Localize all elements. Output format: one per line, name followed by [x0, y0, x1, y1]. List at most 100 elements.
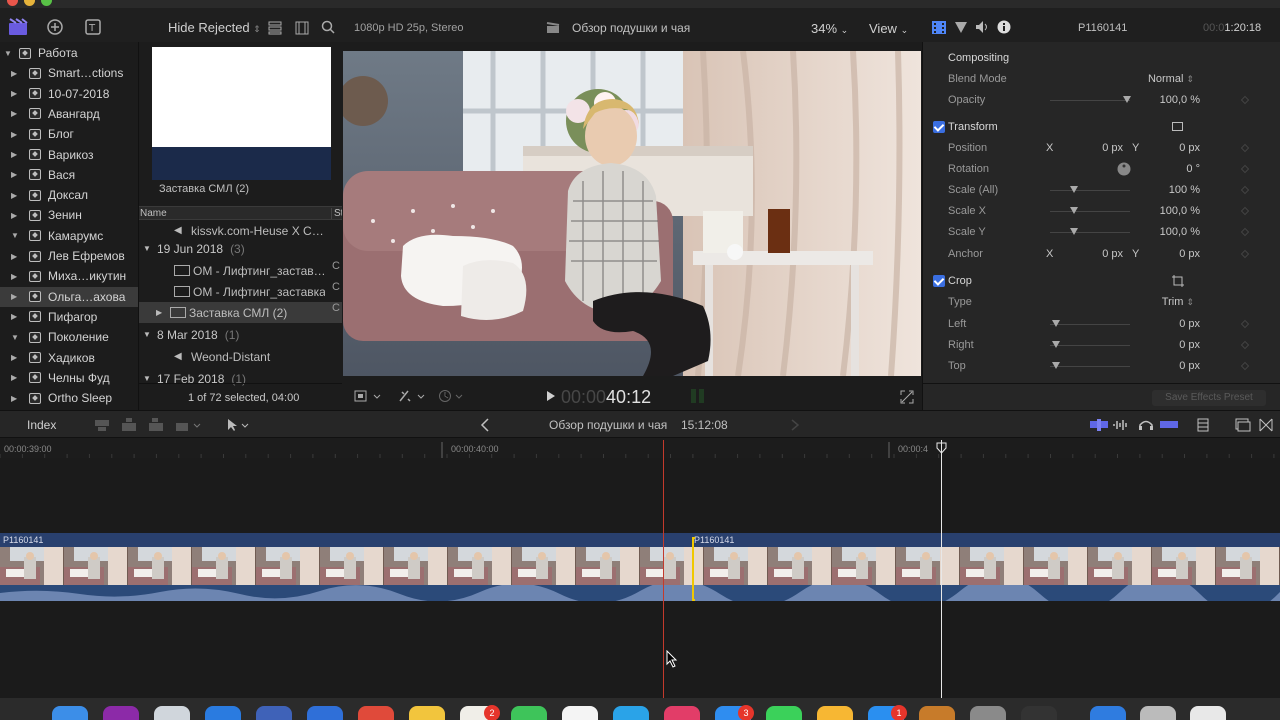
keyframe-icon[interactable] [1240, 185, 1250, 195]
edit-point-selection[interactable] [692, 537, 695, 601]
transform-onscreen-control-icon[interactable] [1172, 122, 1183, 132]
opacity-slider-knob[interactable] [1123, 96, 1131, 103]
dock-app-icon[interactable] [154, 706, 190, 720]
libraries-icon[interactable] [8, 18, 28, 36]
date-group-row[interactable]: ▼ 19 Jun 2018 (3) [139, 238, 342, 259]
disclosure-closed-icon[interactable]: ▶ [11, 89, 20, 98]
disclosure-open-icon[interactable]: ▼ [143, 374, 157, 383]
disclosure-closed-icon[interactable]: ▶ [11, 373, 20, 382]
crop-left-value[interactable]: 0 px [1179, 318, 1200, 330]
dock-app-icon[interactable] [766, 706, 802, 720]
dock-app-icon[interactable] [52, 706, 88, 720]
disclosure-closed-icon[interactable]: ▶ [11, 191, 20, 200]
close-window-button[interactable] [7, 0, 18, 6]
skimmer-head-icon[interactable] [936, 442, 947, 454]
clip-row[interactable]: ОМ - Лифтинг_заставка C [139, 281, 342, 302]
keyframe-icon[interactable] [1240, 361, 1250, 371]
zoom-popup[interactable]: 34% ⌄ [811, 21, 848, 36]
opacity-slider[interactable] [1050, 100, 1130, 101]
keyframe-icon[interactable] [1240, 319, 1250, 329]
dock-app-icon[interactable] [358, 706, 394, 720]
clip-thumbnail[interactable] [152, 47, 331, 180]
scale-all-slider[interactable] [1050, 190, 1130, 191]
column-header-start[interactable]: St [331, 208, 342, 219]
transform-tools-icon[interactable] [354, 389, 382, 403]
scale-y-value[interactable]: 100,0 % [1160, 226, 1200, 238]
clip-appearance-icon[interactable] [268, 21, 282, 35]
sidebar-item[interactable]: ▶ Вася [0, 165, 138, 185]
fullscreen-icon[interactable] [900, 390, 914, 404]
scale-x-slider-knob[interactable] [1070, 207, 1078, 214]
crop-left-slider[interactable] [1050, 324, 1130, 325]
sidebar-item[interactable]: ▶ Ольга…ахова [0, 286, 138, 307]
dock-app-icon[interactable] [919, 706, 955, 720]
sidebar-item[interactable]: ▶ Авангард [0, 104, 138, 124]
date-group-row[interactable]: ▼ 8 Mar 2018 (1) [139, 324, 342, 345]
filmstrip-view-icon[interactable] [295, 21, 309, 35]
compositing-section-header[interactable]: Compositing [923, 48, 1280, 69]
sidebar-item[interactable]: ▼ Поколение [0, 327, 138, 347]
position-x-value[interactable]: 0 px [1093, 142, 1123, 154]
disclosure-closed-icon[interactable]: ▶ [11, 292, 20, 301]
sidebar-item[interactable]: ▶ Челны Фуд [0, 368, 138, 388]
sidebar-item[interactable]: ▼ Камарумс [0, 226, 138, 246]
crop-right-value[interactable]: 0 px [1179, 339, 1200, 351]
dock-app-icon[interactable] [1190, 706, 1226, 720]
scale-x-value[interactable]: 100,0 % [1160, 205, 1200, 217]
transform-section-header[interactable]: Transform [923, 117, 1280, 138]
column-header-name[interactable]: Name [140, 208, 167, 219]
opacity-value[interactable]: 100,0 % [1160, 94, 1200, 106]
playhead[interactable] [663, 440, 664, 698]
dock-app-icon[interactable] [817, 706, 853, 720]
dock-app-icon[interactable] [205, 706, 241, 720]
disclosure-closed-icon[interactable]: ▶ [11, 252, 20, 261]
keyframe-icon[interactable] [1240, 249, 1250, 259]
dock-app-icon[interactable] [1090, 706, 1126, 720]
audio-waveform[interactable] [0, 573, 1280, 614]
color-inspector-icon[interactable] [954, 21, 968, 34]
anchor-y-value[interactable]: 0 px [1179, 248, 1200, 260]
video-inspector-icon[interactable] [932, 21, 946, 34]
dock-app-icon[interactable] [307, 706, 343, 720]
crop-right-slider[interactable] [1050, 345, 1130, 346]
sidebar-item[interactable]: ▶ Пифагор [0, 307, 138, 327]
clip-row[interactable]: ◀ Weond-Distant [139, 346, 342, 367]
disclosure-open-icon[interactable]: ▼ [143, 244, 157, 253]
sidebar-item[interactable]: ▶ Миха…икутин [0, 266, 138, 286]
crop-onscreen-control-icon[interactable] [1172, 275, 1184, 287]
dock-app-icon[interactable] [409, 706, 445, 720]
view-popup[interactable]: View ⌄ [869, 21, 908, 36]
forward-arrow-icon[interactable] [790, 419, 800, 431]
enhance-tools-icon[interactable] [398, 389, 426, 403]
keyframe-icon[interactable] [1240, 95, 1250, 105]
play-icon[interactable] [546, 391, 556, 401]
scale-y-slider[interactable] [1050, 232, 1130, 233]
sidebar-item[interactable]: ▶ Хадиков [0, 348, 138, 368]
info-inspector-icon[interactable] [997, 20, 1011, 34]
disclosure-closed-icon[interactable]: ▶ [11, 130, 20, 139]
crop-enable-checkbox[interactable] [933, 275, 945, 287]
sidebar-item[interactable]: ▶ Зенин [0, 205, 138, 225]
keyframe-icon[interactable] [1240, 206, 1250, 216]
sidebar-item[interactable]: ▶ 10-07-2018 [0, 84, 138, 104]
disclosure-closed-icon[interactable]: ▶ [11, 150, 20, 159]
scale-y-slider-knob[interactable] [1070, 228, 1078, 235]
crop-type-popup[interactable]: Trim ⇕ [1162, 296, 1194, 308]
clip-filmstrip[interactable] [0, 547, 1280, 585]
scale-all-slider-knob[interactable] [1070, 186, 1078, 193]
sidebar-item[interactable]: ▶ Доксал [0, 185, 138, 205]
sidebar-item[interactable]: ▶ Блог [0, 124, 138, 144]
dock-app-icon[interactable] [1140, 706, 1176, 720]
disclosure-closed-icon[interactable]: ▶ [11, 69, 20, 78]
disclosure-closed-icon[interactable]: ▶ [11, 211, 20, 220]
viewer-timecode[interactable]: 00:0040:12 [561, 387, 651, 408]
disclosure-closed-icon[interactable]: ▶ [11, 394, 20, 403]
clip-row[interactable]: ▶ Заставка СМЛ (2) C [139, 302, 342, 323]
clip-row[interactable]: ОМ - Лифтинг_застав… C [139, 260, 342, 281]
timeline-index-button[interactable]: Index [27, 418, 56, 432]
keyframe-icon[interactable] [1240, 164, 1250, 174]
save-effects-preset-button[interactable]: Save Effects Preset [1152, 390, 1266, 406]
keyframe-icon[interactable] [1240, 340, 1250, 350]
back-arrow-icon[interactable] [480, 418, 490, 432]
video-frame[interactable] [343, 51, 921, 376]
